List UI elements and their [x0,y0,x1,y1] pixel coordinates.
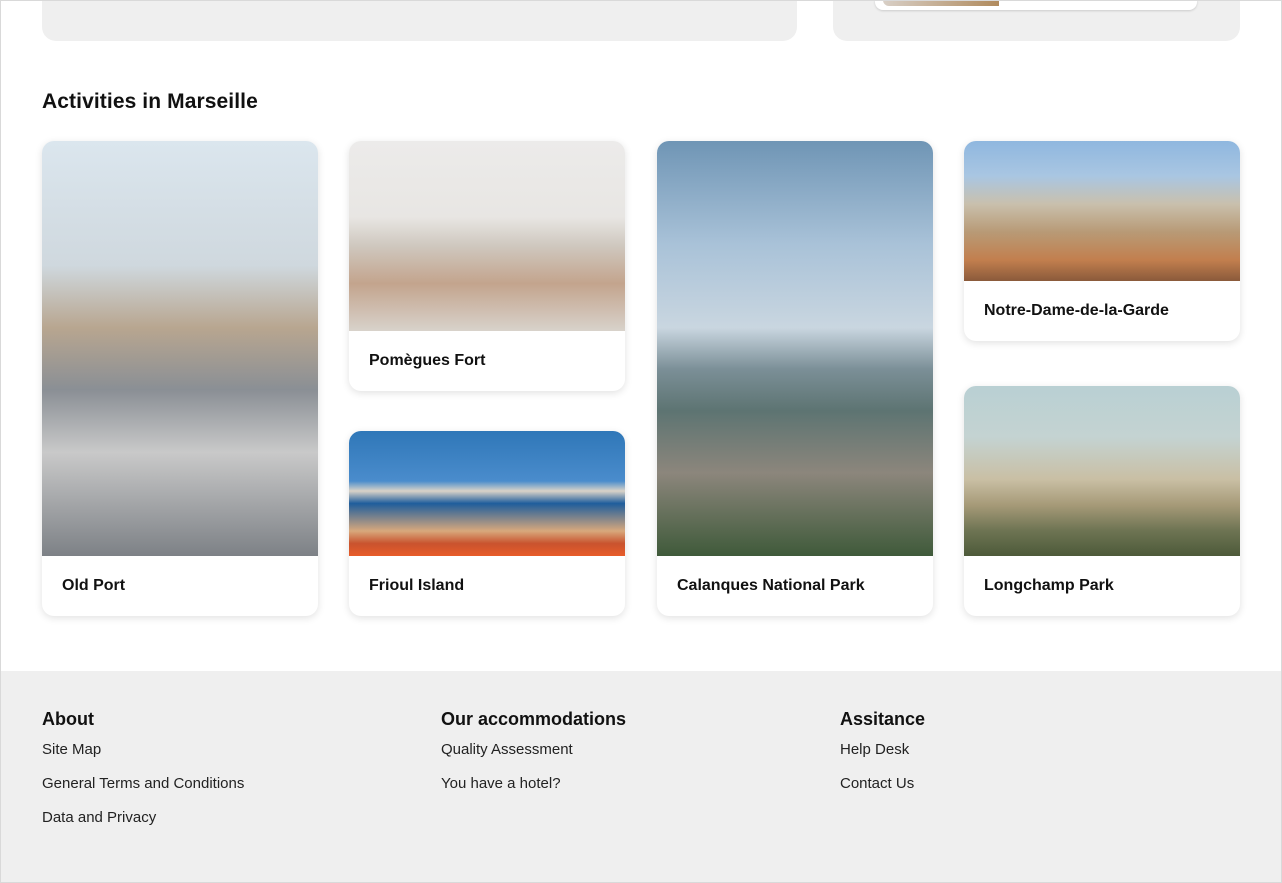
footer-column-accommodations: Our accommodations Quality Assessment Yo… [441,709,626,808]
activity-image [349,431,625,556]
footer-heading: About [42,709,94,729]
footer-heading: Our accommodations [441,709,627,729]
activity-image [349,141,625,331]
footer-link-hotel[interactable]: You have a hotel? [441,774,626,808]
section-title: Activities in Marseille [42,90,258,113]
activity-card-frioul-island[interactable]: Frioul Island [349,431,625,616]
top-panel-left [42,0,797,41]
activity-name: Old Port [62,577,126,594]
footer-link-quality[interactable]: Quality Assessment [441,740,626,774]
footer-heading: Assitance [840,709,926,729]
footer-link-help-desk[interactable]: Help Desk [840,740,925,774]
footer-link-privacy[interactable]: Data and Privacy [42,808,244,842]
activity-name: Notre-Dame-de-la-Garde [984,302,1169,319]
footer: About Site Map General Terms and Conditi… [1,671,1281,882]
activity-name: Frioul Island [369,577,465,594]
activity-name: Pomègues Fort [369,352,486,369]
activity-image [964,386,1240,556]
partial-card-image [883,0,999,6]
partial-card[interactable] [875,0,1197,10]
footer-column-about: About Site Map General Terms and Conditi… [42,709,244,842]
activity-card-notre-dame[interactable]: Notre-Dame-de-la-Garde [964,141,1240,341]
footer-link-contact[interactable]: Contact Us [840,774,925,808]
activity-image [964,141,1240,281]
activity-card-calanques[interactable]: Calanques National Park [657,141,933,616]
footer-link-terms[interactable]: General Terms and Conditions [42,774,244,808]
activity-name: Longchamp Park [984,577,1114,594]
activity-image [657,141,933,556]
activity-name: Calanques National Park [677,577,865,594]
activity-card-old-port[interactable]: Old Port [42,141,318,616]
footer-column-assistance: Assitance Help Desk Contact Us [840,709,925,808]
top-panel-right [833,0,1240,41]
activity-card-longchamp-park[interactable]: Longchamp Park [964,386,1240,616]
footer-link-site-map[interactable]: Site Map [42,740,244,774]
activity-card-pomegues-fort[interactable]: Pomègues Fort [349,141,625,391]
activity-image [42,141,318,556]
